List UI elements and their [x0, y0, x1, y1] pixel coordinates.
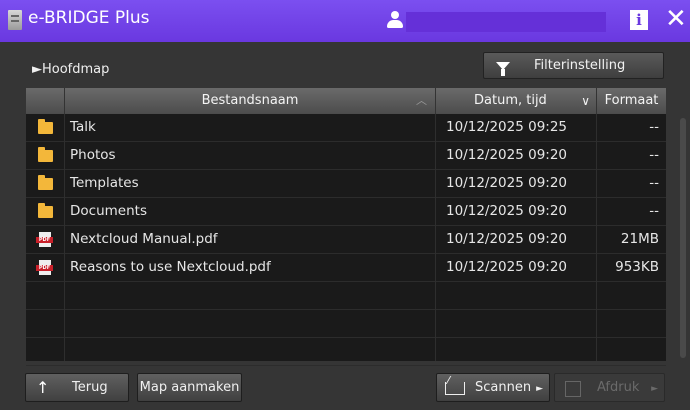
file-name: Documents [70, 203, 147, 219]
empty-table-row [26, 310, 666, 338]
header-icon-column [26, 88, 65, 114]
breadcrumb[interactable]: ►Hoofdmap [32, 62, 109, 77]
user-name-area[interactable] [406, 12, 606, 32]
scan-label: Scannen [475, 380, 532, 395]
table-row[interactable]: Templates 10/12/2025 09:20 -- [26, 170, 666, 198]
folder-icon [26, 198, 64, 225]
chevron-down-icon: ∨ [581, 94, 590, 108]
scrollbar[interactable] [680, 118, 686, 358]
table-row[interactable]: PDF Reasons to use Nextcloud.pdf 10/12/202… [26, 254, 666, 282]
file-format: 21MB [620, 231, 659, 247]
print-button[interactable]: Afdruk ► [554, 373, 665, 402]
file-name: Photos [70, 147, 116, 163]
file-date: 10/12/2025 09:20 [446, 231, 568, 247]
header-filename-label: Bestandsnaam [201, 93, 299, 108]
back-label: Terug [72, 380, 108, 395]
header-filename[interactable]: Bestandsnaam ︿ [65, 88, 436, 114]
file-format: -- [649, 203, 659, 219]
file-format: -- [649, 147, 659, 163]
column-divider [64, 114, 65, 361]
table-row[interactable]: PDF Nextcloud Manual.pdf 10/12/2025 09:20 2… [26, 226, 666, 254]
file-name: Reasons to use Nextcloud.pdf [70, 259, 271, 275]
file-date: 10/12/2025 09:20 [446, 203, 568, 219]
print-label: Afdruk [597, 380, 640, 395]
header-date[interactable]: Datum, tijd ∨ [436, 88, 597, 114]
sort-up-icon: ︿ [416, 94, 427, 107]
table-row[interactable]: Talk 10/12/2025 09:25 -- [26, 114, 666, 142]
filter-settings-label: Filterinstelling [534, 58, 626, 73]
file-name: Templates [70, 175, 139, 191]
header-date-label: Datum, tijd [474, 93, 547, 108]
app-title: e-BRIDGE Plus [28, 8, 150, 28]
column-divider [435, 114, 436, 361]
file-date: 10/12/2025 09:20 [446, 147, 568, 163]
file-format: 953KB [615, 259, 659, 275]
empty-table-row [26, 282, 666, 310]
file-table: Bestandsnaam ︿ Datum, tijd ∨ Formaat Tal… [26, 88, 666, 366]
file-name: Nextcloud Manual.pdf [70, 231, 218, 247]
file-format: -- [649, 119, 659, 135]
pdf-icon: PDF [26, 254, 64, 281]
scan-icon [445, 382, 465, 395]
caret-icon: ► [651, 384, 658, 394]
file-date: 10/12/2025 09:25 [446, 119, 568, 135]
caret-icon: ► [536, 384, 543, 394]
column-divider [596, 114, 597, 361]
user-icon[interactable] [386, 11, 404, 31]
title-bar: e-BRIDGE Plus i ✕ [0, 0, 690, 42]
header-format[interactable]: Formaat [597, 88, 666, 114]
info-icon[interactable]: i [630, 10, 648, 30]
folder-icon [26, 142, 64, 169]
folder-icon [26, 114, 64, 141]
table-row[interactable]: Documents 10/12/2025 09:20 -- [26, 198, 666, 226]
file-format: -- [649, 175, 659, 191]
close-icon[interactable]: ✕ [665, 4, 687, 34]
pdf-icon: PDF [26, 226, 64, 253]
back-button[interactable]: ↑ Terug [25, 373, 129, 402]
filter-settings-button[interactable]: Filterinstelling [483, 52, 664, 79]
scan-button[interactable]: Scannen ► [436, 373, 550, 402]
arrow-up-icon: ↑ [36, 378, 50, 397]
new-folder-button[interactable]: Map aanmaken [137, 373, 242, 402]
empty-table-row [26, 338, 666, 366]
filter-icon [496, 61, 510, 76]
table-header: Bestandsnaam ︿ Datum, tijd ∨ Formaat [26, 88, 666, 114]
print-icon [565, 381, 581, 397]
document-icon [8, 10, 22, 30]
file-name: Talk [70, 119, 96, 135]
table-row[interactable]: Photos 10/12/2025 09:20 -- [26, 142, 666, 170]
folder-icon [26, 170, 64, 197]
file-date: 10/12/2025 09:20 [446, 259, 568, 275]
file-date: 10/12/2025 09:20 [446, 175, 568, 191]
